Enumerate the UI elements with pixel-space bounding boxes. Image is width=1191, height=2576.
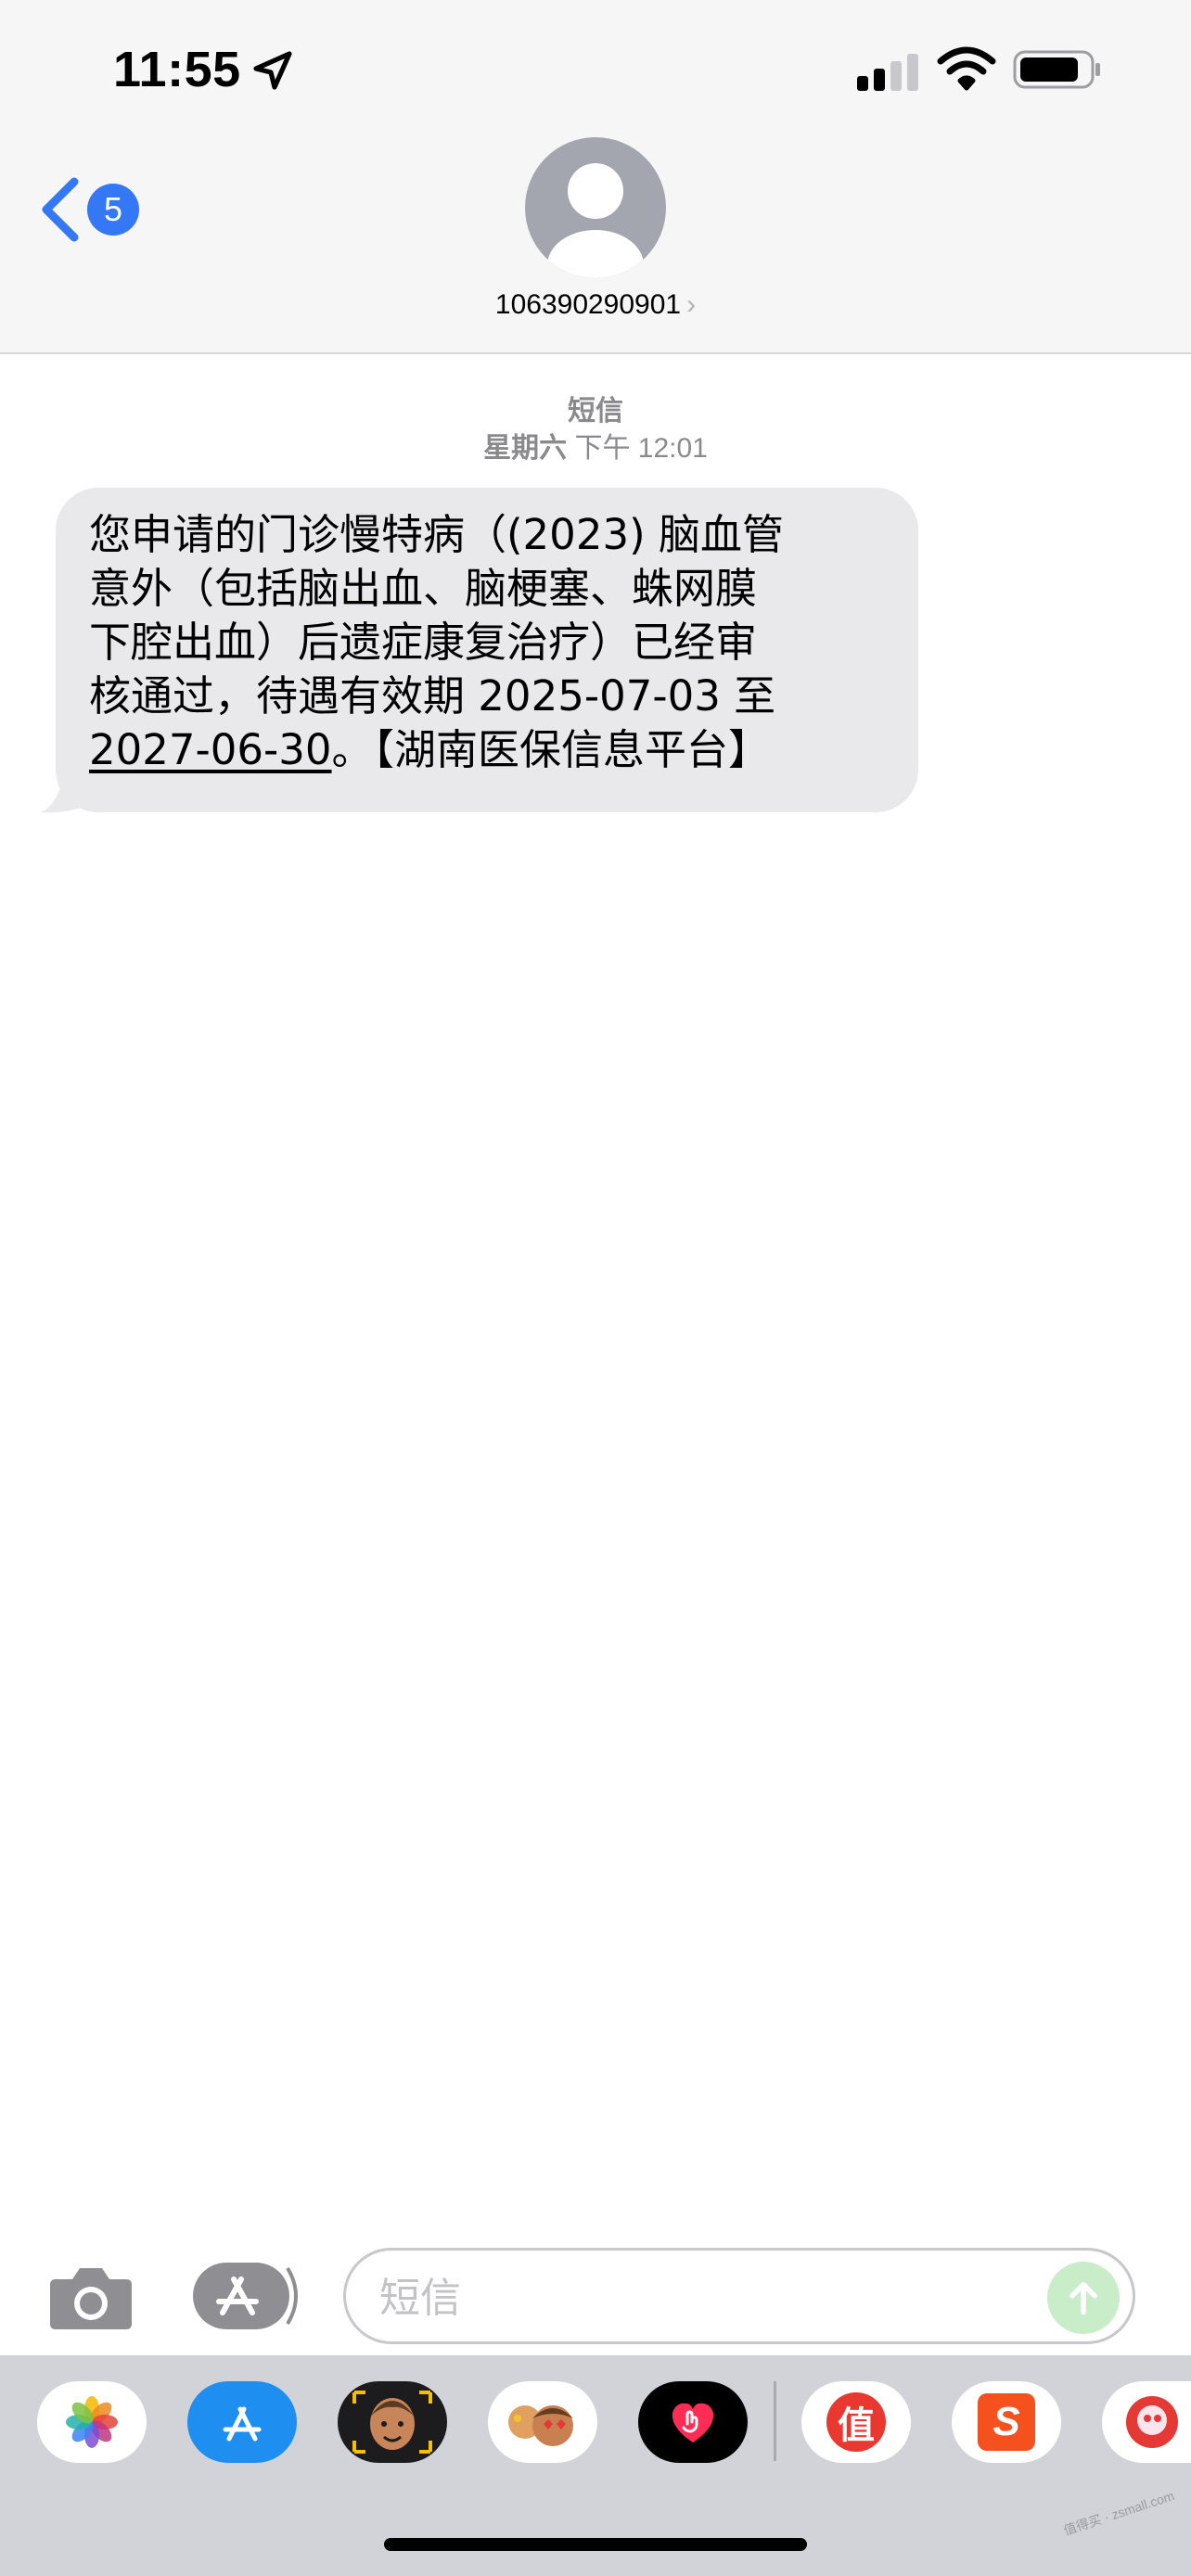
timestamp-time: 下午 12:01 bbox=[574, 433, 708, 464]
memoji-icon bbox=[352, 2391, 432, 2454]
battery-icon bbox=[1013, 50, 1100, 89]
send-button[interactable] bbox=[1047, 2262, 1120, 2334]
memoji-stickers-app-button[interactable] bbox=[488, 2381, 597, 2463]
memoji-stickers-icon bbox=[508, 2405, 573, 2446]
photos-app-button[interactable] bbox=[37, 2381, 147, 2463]
person-icon bbox=[547, 163, 644, 278]
message-timestamp: 星期六 下午 12:01 bbox=[0, 425, 1191, 465]
wifi-icon bbox=[937, 46, 996, 91]
zhi-icon: 值 bbox=[826, 2392, 886, 2452]
app-store-icon bbox=[223, 2406, 262, 2442]
message-line: 您申请的门诊慢特病（(2023) 脑血管 bbox=[89, 510, 784, 559]
game-app-button[interactable] bbox=[1102, 2381, 1191, 2463]
unread-count-badge: 5 bbox=[87, 184, 139, 236]
chevron-left-icon bbox=[42, 177, 79, 242]
timestamp-day: 星期六 bbox=[483, 433, 568, 464]
incoming-message-bubble[interactable]: 您申请的门诊慢特病（(2023) 脑血管 意外（包括脑出血、脑梗塞、蛛网膜 下腔… bbox=[56, 488, 918, 812]
digital-touch-app-button[interactable] bbox=[638, 2381, 748, 2463]
camera-icon[interactable] bbox=[48, 2263, 134, 2331]
arrow-up-icon bbox=[1069, 2281, 1097, 2315]
contact-avatar[interactable] bbox=[525, 137, 666, 278]
message-input-field[interactable] bbox=[343, 2248, 1135, 2344]
message-input[interactable] bbox=[379, 2271, 1029, 2325]
game-icon bbox=[1126, 2396, 1178, 2448]
back-button[interactable]: 5 bbox=[37, 172, 148, 247]
sogou-app-button[interactable]: S bbox=[952, 2381, 1061, 2463]
drawer-divider bbox=[774, 2381, 776, 2461]
sogou-icon: S bbox=[978, 2393, 1035, 2451]
app-store-button-icon[interactable] bbox=[191, 2259, 299, 2333]
message-line: 下腔出血）后遗症康复治疗）已经审 bbox=[89, 618, 758, 667]
message-line: 2027-06-30。【湖南医保信息平台】 bbox=[89, 723, 887, 777]
digital-touch-icon bbox=[672, 2403, 714, 2442]
photos-icon bbox=[66, 2396, 118, 2448]
status-time: 11:55 bbox=[113, 42, 241, 97]
zhi-app-button[interactable]: 值 bbox=[801, 2381, 911, 2463]
location-arrow-icon bbox=[253, 51, 292, 90]
service-label: 短信 bbox=[568, 396, 623, 427]
message-line: 意外（包括脑出血、脑梗塞、蛛网膜 bbox=[89, 564, 758, 613]
chevron-right-icon: › bbox=[686, 289, 697, 320]
cellular-signal-icon bbox=[857, 54, 918, 91]
memoji-app-button[interactable] bbox=[338, 2381, 447, 2463]
message-body: 您申请的门诊慢特病（(2023) 脑血管 意外（包括脑出血、脑梗塞、蛛网膜 下腔… bbox=[89, 508, 887, 777]
date-link[interactable]: 2027-06-30 bbox=[89, 725, 332, 774]
home-indicator[interactable] bbox=[384, 2538, 807, 2551]
message-line: 核通过，待遇有效期 2025-07-03 至 bbox=[89, 671, 776, 721]
app-store-app-button[interactable] bbox=[187, 2381, 297, 2463]
message-line-rest: 。【湖南医保信息平台】 bbox=[331, 725, 771, 774]
contact-name[interactable]: 106390290901 › bbox=[380, 289, 811, 321]
contact-number: 106390290901 bbox=[494, 289, 682, 320]
